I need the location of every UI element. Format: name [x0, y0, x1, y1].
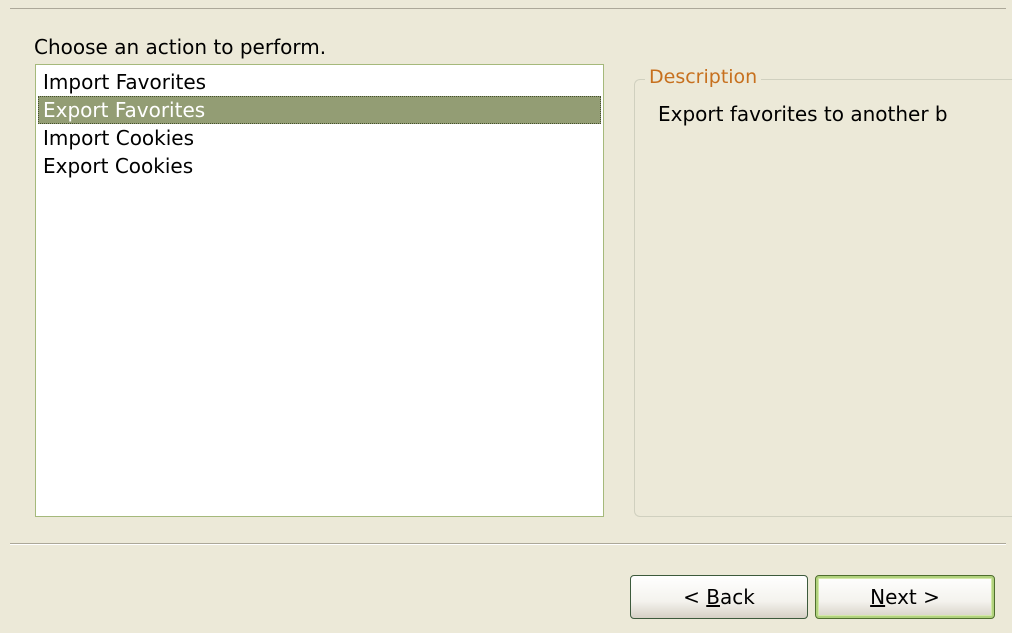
back-button-rest: ack	[720, 585, 755, 609]
list-item-import-favorites[interactable]: Import Favorites	[38, 68, 601, 96]
next-button-mnemonic: N	[870, 585, 886, 609]
next-button-rest: ext >	[885, 585, 940, 609]
description-groupbox	[634, 79, 1012, 517]
list-item-import-cookies[interactable]: Import Cookies	[38, 124, 601, 152]
back-button-mnemonic: B	[706, 585, 720, 609]
back-button-prefix: <	[683, 585, 707, 609]
description-text: Export favorites to another b	[658, 102, 948, 126]
list-item-export-favorites[interactable]: Export Favorites	[38, 96, 601, 124]
back-button[interactable]: < Back	[630, 575, 808, 619]
instruction-label: Choose an action to perform.	[34, 35, 327, 59]
description-legend: Description	[645, 64, 762, 90]
action-listbox[interactable]: Import Favorites Export Favorites Import…	[35, 64, 604, 517]
top-edge-divider	[10, 8, 1006, 9]
list-item-export-cookies[interactable]: Export Cookies	[38, 152, 601, 180]
button-area-separator	[10, 543, 1006, 545]
next-button[interactable]: Next >	[815, 575, 995, 619]
